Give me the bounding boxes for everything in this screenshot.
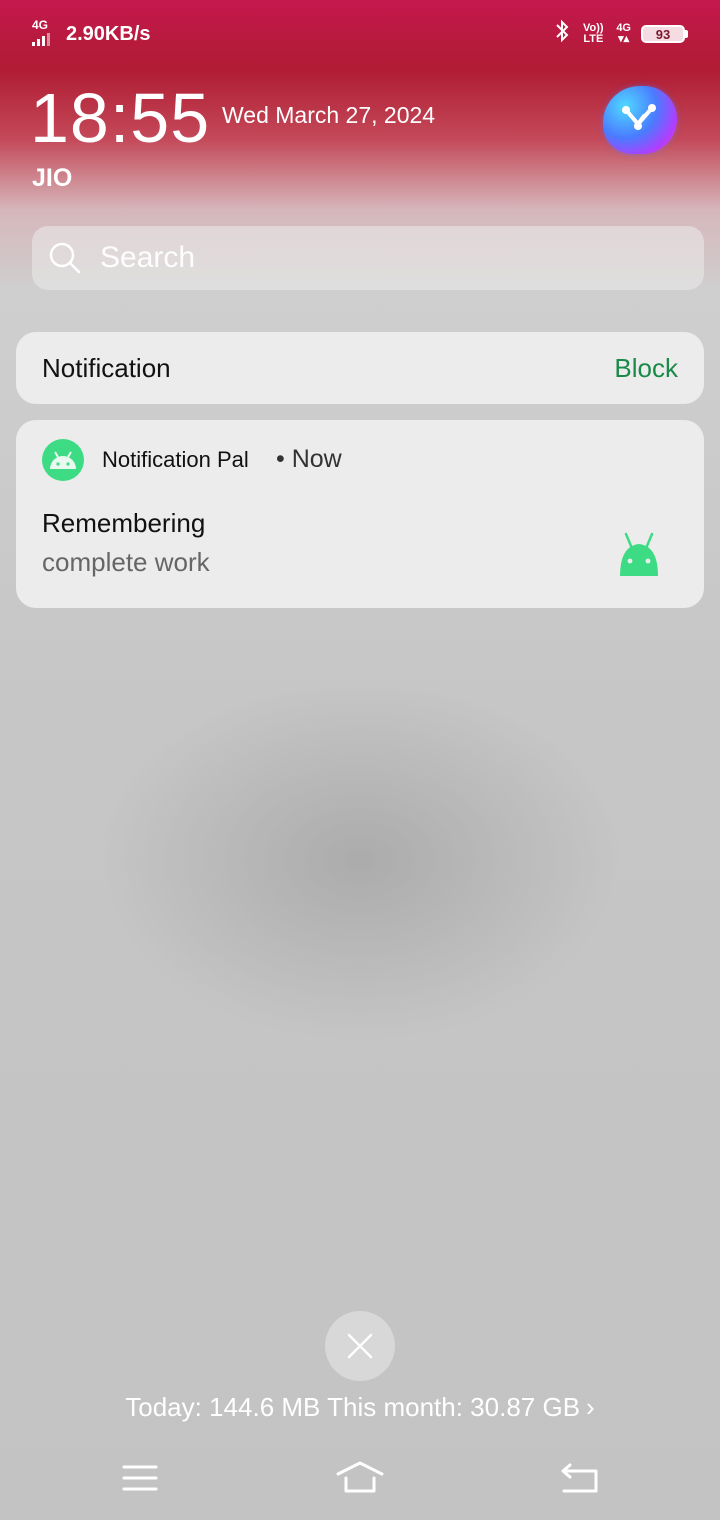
separator-dot: • [276, 445, 285, 473]
signal-icon: 4G [32, 18, 54, 48]
notification-text: complete work [42, 547, 210, 577]
status-bar-left: 4G 2.90KB/s [32, 18, 151, 50]
block-button[interactable]: Block [614, 353, 678, 384]
4g-data-icon: 4G ▾▴ [616, 22, 631, 45]
search-placeholder: Search [100, 241, 196, 274]
menu-icon[interactable] [122, 1464, 158, 1492]
search-icon [49, 242, 81, 274]
android-icon [620, 532, 658, 576]
network-speed: 2.90KB/s [66, 22, 151, 45]
data-usage-text: Today: 144.6 MB This month: 30.87 GB [125, 1392, 581, 1422]
notification-section-title: Notification [42, 352, 171, 383]
notification-title: Remembering [42, 508, 206, 538]
date: Wed March 27, 2024 [222, 102, 436, 128]
status-bar-right: Vo)) LTE 4G ▾▴ 93 [554, 18, 688, 50]
home-icon[interactable] [336, 1460, 384, 1494]
clock: 18:55 [30, 79, 211, 157]
jovi-assistant-icon[interactable] [603, 86, 677, 154]
data-usage-link[interactable]: Today: 144.6 MB This month: 30.87 GB › [0, 1392, 720, 1423]
chevron-right-icon: › [586, 1392, 595, 1422]
battery-level: 93 [641, 25, 685, 43]
android-icon [42, 439, 84, 481]
search-input[interactable]: Search [32, 226, 704, 290]
notification-card[interactable]: Notification Pal • Now Remembering compl… [16, 420, 704, 608]
clear-all-button[interactable] [325, 1311, 395, 1381]
carrier-name: JIO [32, 164, 73, 192]
notification-header-card: Notification Block [16, 332, 704, 404]
battery-icon: 93 [641, 25, 688, 43]
bluetooth-icon [554, 19, 570, 49]
back-icon[interactable] [560, 1462, 600, 1494]
notification-time: Now [291, 445, 342, 473]
notification-app-name: Notification Pal [102, 447, 249, 472]
close-icon [347, 1333, 373, 1359]
volte-icon: Vo)) LTE [583, 22, 604, 45]
